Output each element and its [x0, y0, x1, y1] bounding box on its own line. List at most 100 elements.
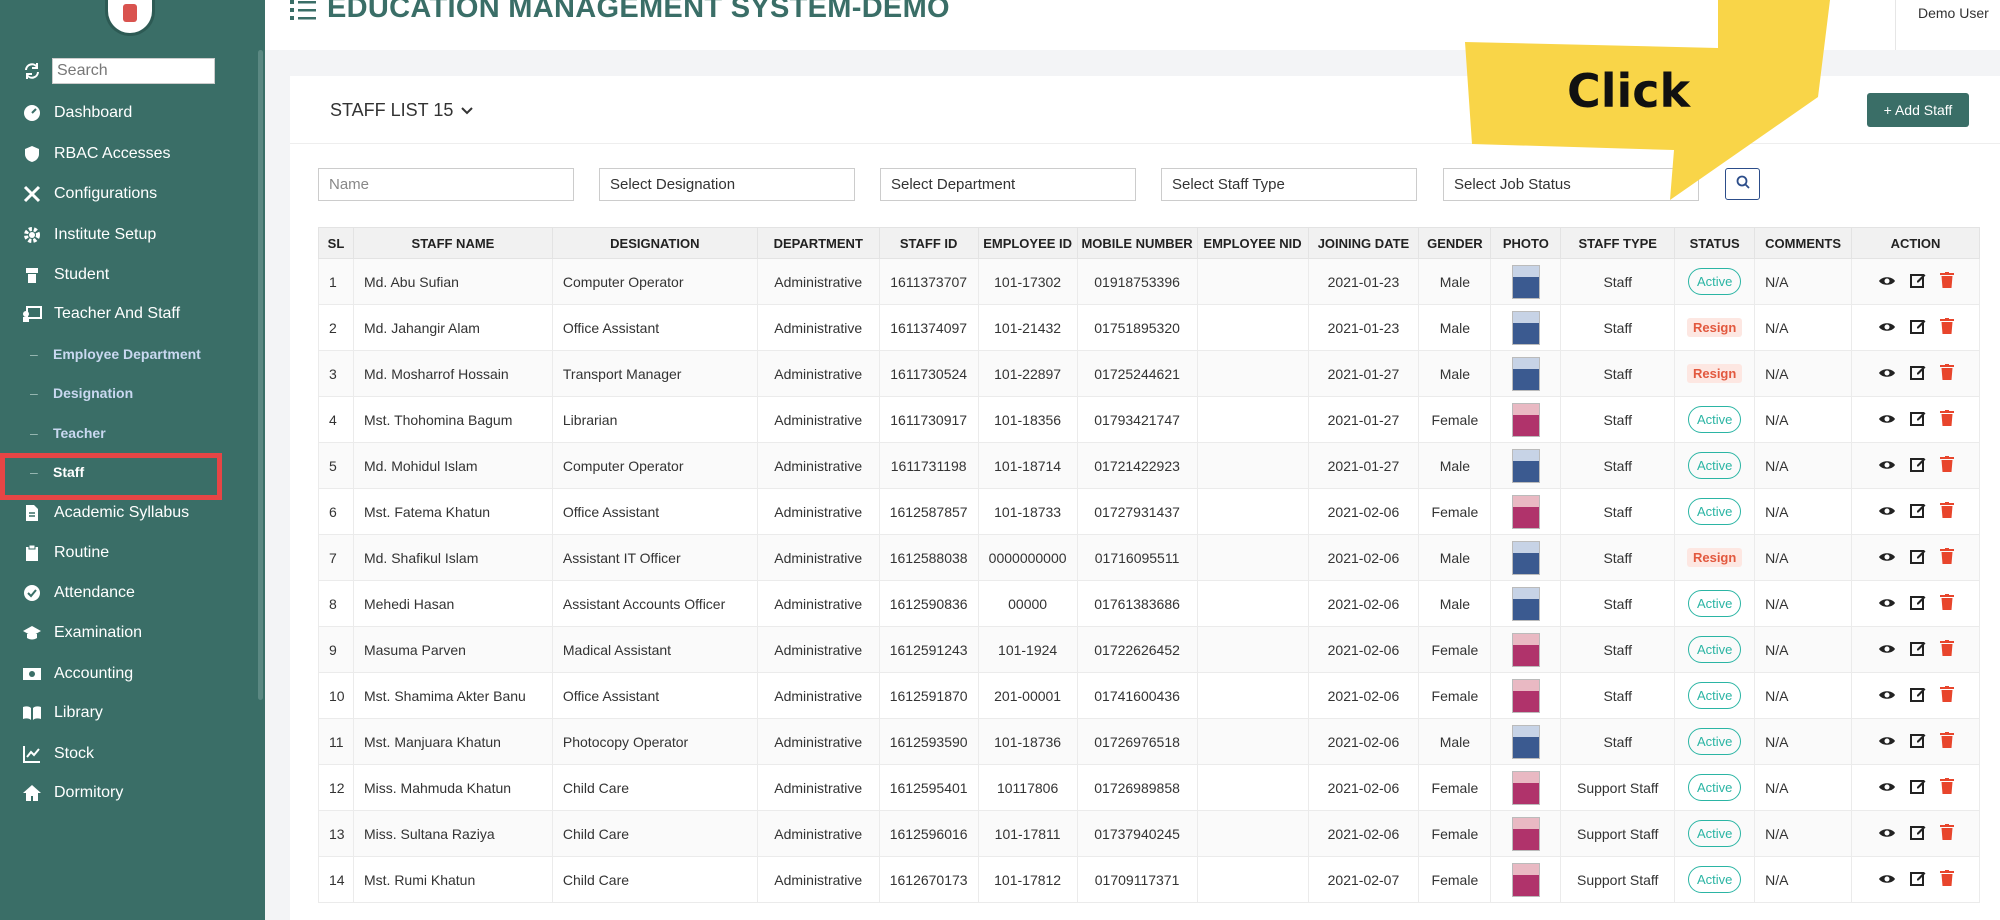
cell-action — [1851, 350, 1980, 397]
search-button[interactable] — [1725, 168, 1760, 200]
institute-logo — [105, 0, 155, 36]
edit-icon[interactable] — [1909, 548, 1926, 567]
cell-status: Active — [1674, 856, 1756, 903]
trash-icon[interactable] — [1939, 640, 1954, 659]
money-icon — [22, 664, 42, 684]
trash-icon[interactable] — [1939, 594, 1954, 613]
cell-photo — [1490, 396, 1562, 443]
trash-icon[interactable] — [1939, 778, 1954, 797]
sidebar-scrollbar[interactable] — [258, 50, 263, 700]
sidebar-item-teacher-and-staff[interactable]: Teacher And Staff — [22, 301, 180, 327]
sidebar-item-dormitory[interactable]: Dormitory — [22, 780, 123, 806]
eye-icon[interactable] — [1878, 504, 1896, 520]
eye-icon[interactable] — [1878, 780, 1896, 796]
cell-status: Active — [1674, 810, 1756, 857]
sidebar-item-dashboard[interactable]: Dashboard — [22, 100, 132, 126]
sidebar-item-label: Stock — [54, 745, 95, 762]
edit-icon[interactable] — [1909, 824, 1926, 843]
sidebar-item-academic-syllabus[interactable]: Academic Syllabus — [22, 500, 189, 526]
eye-icon[interactable] — [1878, 826, 1896, 842]
edit-icon[interactable] — [1909, 410, 1926, 429]
sidebar-subitem-employee-department[interactable]: – Employee Department — [30, 343, 201, 365]
sidebar-item-library[interactable]: Library — [22, 700, 103, 726]
edit-icon[interactable] — [1909, 594, 1926, 613]
edit-icon[interactable] — [1909, 456, 1926, 475]
edit-icon[interactable] — [1909, 778, 1926, 797]
sidebar-item-stock[interactable]: Stock — [22, 741, 94, 767]
cell-action — [1851, 672, 1980, 719]
trash-icon[interactable] — [1939, 686, 1954, 705]
trash-icon[interactable] — [1939, 364, 1954, 383]
trash-icon[interactable] — [1939, 410, 1954, 429]
staff-list-dropdown[interactable]: STAFF LIST 15 — [330, 100, 474, 121]
edit-icon[interactable] — [1909, 732, 1926, 751]
cell-photo — [1490, 810, 1562, 857]
trash-icon[interactable] — [1939, 456, 1954, 475]
eye-icon[interactable] — [1878, 734, 1896, 750]
sidebar-item-rbac-accesses[interactable]: RBAC Accesses — [22, 141, 170, 167]
cell-sl: 6 — [318, 488, 354, 535]
cell-employee-id: 00000 — [977, 580, 1078, 627]
eye-icon[interactable] — [1878, 366, 1896, 382]
edit-icon[interactable] — [1909, 502, 1926, 521]
sidebar-item-examination[interactable]: Examination — [22, 620, 142, 646]
eye-icon[interactable] — [1878, 688, 1896, 704]
sidebar-item-routine[interactable]: Routine — [22, 540, 109, 566]
edit-icon[interactable] — [1909, 640, 1926, 659]
edit-icon[interactable] — [1909, 318, 1926, 337]
cell-action — [1851, 488, 1980, 535]
sidebar-item-attendance[interactable]: Attendance — [22, 580, 135, 606]
job-status-select[interactable]: Select Job Status — [1443, 168, 1699, 201]
sidebar-item-accounting[interactable]: Accounting — [22, 661, 133, 687]
eye-icon[interactable] — [1878, 274, 1896, 290]
list-menu-icon[interactable] — [290, 0, 318, 22]
sidebar-item-student[interactable]: Student — [22, 262, 109, 288]
cell-name: Miss. Sultana Raziya — [352, 810, 553, 857]
eye-icon[interactable] — [1878, 412, 1896, 428]
cell-staff-type: Staff — [1560, 442, 1676, 489]
cell-staff-type: Staff — [1560, 626, 1676, 673]
trash-icon[interactable] — [1939, 824, 1954, 843]
cell-staff-type: Staff — [1560, 350, 1676, 397]
sidebar-subitem-teacher[interactable]: – Teacher — [30, 422, 106, 444]
sidebar-item-institute-setup[interactable]: Institute Setup — [22, 222, 156, 248]
cell-action — [1851, 258, 1980, 305]
department-select[interactable]: Select Department — [880, 168, 1136, 201]
cell-nid — [1196, 442, 1309, 489]
edit-icon[interactable] — [1909, 364, 1926, 383]
add-staff-button[interactable]: + Add Staff — [1867, 93, 1969, 127]
cell-joining: 2021-02-06 — [1307, 764, 1420, 811]
eye-icon[interactable] — [1878, 872, 1896, 888]
cell-status: Active — [1674, 626, 1756, 673]
cell-comments: N/A — [1754, 442, 1853, 489]
eye-icon[interactable] — [1878, 550, 1896, 566]
designation-select[interactable]: Select Designation — [599, 168, 855, 201]
table-row: 6 Mst. Fatema Khatun Office Assistant Admin… — [318, 488, 1980, 535]
refresh-icon[interactable] — [22, 61, 42, 81]
name-filter-input[interactable] — [318, 168, 574, 201]
cell-staff-type: Staff — [1560, 258, 1676, 305]
user-name[interactable]: Demo User — [1918, 5, 1989, 21]
staff-type-select[interactable]: Select Staff Type — [1161, 168, 1417, 201]
trash-icon[interactable] — [1939, 318, 1954, 337]
trash-icon[interactable] — [1939, 732, 1954, 751]
cell-status: Active — [1674, 258, 1756, 305]
trash-icon[interactable] — [1939, 502, 1954, 521]
edit-icon[interactable] — [1909, 870, 1926, 889]
sidebar-search-input[interactable] — [52, 58, 215, 84]
cell-name: Md. Abu Sufian — [352, 258, 553, 305]
trash-icon[interactable] — [1939, 870, 1954, 889]
status-badge: Active — [1687, 498, 1742, 525]
cell-staff-id: 1612591243 — [878, 626, 979, 673]
eye-icon[interactable] — [1878, 642, 1896, 658]
edit-icon[interactable] — [1909, 272, 1926, 291]
sidebar-item-configurations[interactable]: Configurations — [22, 181, 157, 207]
trash-icon[interactable] — [1939, 272, 1954, 291]
eye-icon[interactable] — [1878, 458, 1896, 474]
eye-icon[interactable] — [1878, 596, 1896, 612]
trash-icon[interactable] — [1939, 548, 1954, 567]
eye-icon[interactable] — [1878, 320, 1896, 336]
edit-icon[interactable] — [1909, 686, 1926, 705]
cell-action — [1851, 304, 1980, 351]
sidebar-subitem-designation[interactable]: – Designation — [30, 382, 133, 404]
